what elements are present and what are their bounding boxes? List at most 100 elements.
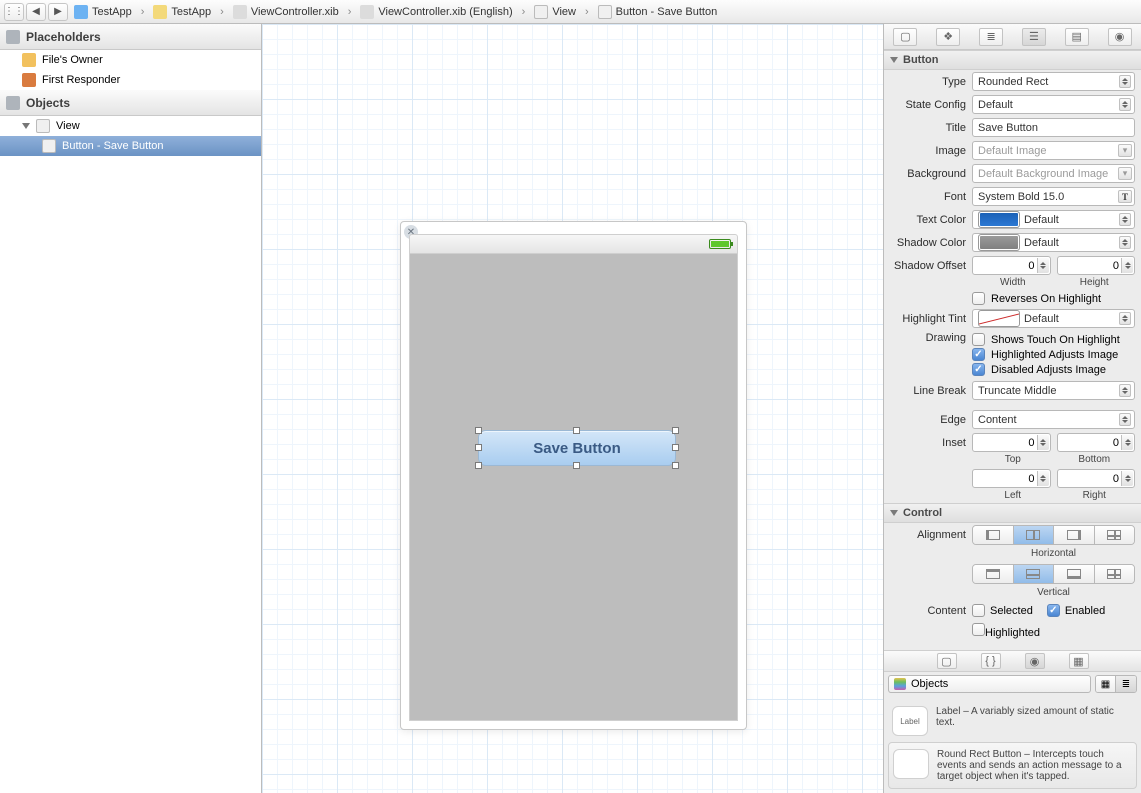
align-right-btn[interactable] (1054, 526, 1095, 544)
resize-handle[interactable] (672, 444, 679, 451)
background-field[interactable]: Default Background Image▾ (972, 164, 1135, 183)
shadowoffset-width-field[interactable]: 0 (972, 256, 1051, 275)
crumb-folder[interactable]: TestApp (149, 5, 215, 19)
code-snippet-tab[interactable]: { } (981, 653, 1001, 669)
crumb-sep-icon (138, 6, 148, 18)
interface-builder-canvas[interactable]: ✕ Save Button (262, 24, 883, 793)
control-group-header[interactable]: Control (884, 503, 1141, 523)
resize-handle[interactable] (475, 427, 482, 434)
crumb-xib-en[interactable]: ViewController.xib (English) (356, 5, 516, 19)
highlighted-adjusts-checkbox[interactable] (972, 348, 985, 361)
enabled-checkbox[interactable] (1047, 604, 1060, 617)
shadowcolor-combo[interactable]: Default (972, 233, 1135, 252)
view-row[interactable]: View (0, 116, 261, 136)
row-label: First Responder (42, 74, 120, 86)
stepper-icon[interactable] (1121, 258, 1133, 273)
library-item-label[interactable]: Label Label – A variably sized amount of… (888, 700, 1137, 742)
button-group-header[interactable]: Button (884, 50, 1141, 70)
v-alignment-seg[interactable] (972, 564, 1135, 584)
text-value: Save Button (978, 122, 1038, 134)
attributes-inspector-tab[interactable]: ☰ (1022, 28, 1046, 46)
inset-top-field[interactable]: 0 (972, 433, 1051, 452)
first-responder-row[interactable]: First Responder (0, 70, 261, 90)
connections-inspector-tab[interactable]: ◉ (1108, 28, 1132, 46)
inset-left-field[interactable]: 0 (972, 469, 1051, 488)
font-field[interactable]: System Bold 15.0 T (972, 187, 1135, 206)
edge-combo[interactable]: Content (972, 410, 1135, 429)
media-library-tab[interactable]: ▦ (1069, 653, 1089, 669)
highlight-tint-combo[interactable]: Default (972, 309, 1135, 328)
resize-handle[interactable] (475, 444, 482, 451)
resize-handle[interactable] (573, 427, 580, 434)
resize-handle[interactable] (672, 462, 679, 469)
button-row[interactable]: Button - Save Button (0, 136, 261, 156)
updown-icon (1119, 98, 1131, 111)
combo-value: Rounded Rect (978, 76, 1048, 88)
object-library-tab[interactable]: ◉ (1025, 653, 1045, 669)
align-fill-btn[interactable] (1095, 526, 1135, 544)
crumb-label: ViewController.xib (English) (378, 6, 512, 18)
resize-handle[interactable] (475, 462, 482, 469)
align-center-btn[interactable] (1014, 526, 1055, 544)
palette-icon (894, 678, 906, 690)
inspector-panel: ▢ ❖ ≣ ☰ ▤ ◉ Button Type Rounded Rect Sta… (883, 24, 1141, 793)
nav-forward-button[interactable]: ▶ (48, 3, 68, 21)
type-combo[interactable]: Rounded Rect (972, 72, 1135, 91)
dropdown-icon[interactable]: ▾ (1118, 167, 1132, 180)
stateconfig-combo[interactable]: Default (972, 95, 1135, 114)
title-field[interactable]: Save Button (972, 118, 1135, 137)
identity-inspector-tab[interactable]: ≣ (979, 28, 1003, 46)
reverses-highlight-checkbox[interactable] (972, 292, 985, 305)
device-frame[interactable]: ✕ Save Button (400, 221, 747, 730)
crumb-project[interactable]: TestApp (70, 5, 136, 19)
disabled-adjusts-checkbox[interactable] (972, 363, 985, 376)
num-value: 0 (1028, 260, 1034, 272)
library-filter-combo[interactable]: Objects (888, 675, 1091, 693)
inset-bottom-field[interactable]: 0 (1057, 433, 1136, 452)
text-value: System Bold 15.0 (978, 191, 1064, 203)
stepper-icon[interactable] (1037, 471, 1049, 486)
resize-handle[interactable] (672, 427, 679, 434)
crumb-sep-icon (519, 6, 529, 18)
files-owner-row[interactable]: File's Owner (0, 50, 261, 70)
file-inspector-tab[interactable]: ▢ (893, 28, 917, 46)
align-bottom-btn[interactable] (1054, 565, 1095, 583)
nav-back-button[interactable]: ◀ (26, 3, 46, 21)
stepper-icon[interactable] (1037, 435, 1049, 450)
stepper-icon[interactable] (1037, 258, 1049, 273)
size-inspector-tab[interactable]: ▤ (1065, 28, 1089, 46)
inset-right-field[interactable]: 0 (1057, 469, 1136, 488)
align-middle-btn[interactable] (1014, 565, 1055, 583)
selected-checkbox[interactable] (972, 604, 985, 617)
stepper-icon[interactable] (1121, 471, 1133, 486)
file-template-tab[interactable]: ▢ (937, 653, 957, 669)
disclosure-icon[interactable] (22, 123, 30, 129)
align-vfill-btn[interactable] (1095, 565, 1135, 583)
root-view[interactable]: Save Button (409, 254, 738, 721)
highlighted-checkbox[interactable] (972, 623, 985, 636)
crumb-view[interactable]: View (530, 5, 580, 19)
image-field[interactable]: Default Image▾ (972, 141, 1135, 160)
quick-help-tab[interactable]: ❖ (936, 28, 960, 46)
shows-touch-checkbox[interactable] (972, 333, 985, 346)
font-picker-icon[interactable]: T (1118, 190, 1132, 203)
grid-view-btn[interactable]: ▦ (1096, 676, 1116, 692)
shadowoffset-height-field[interactable]: 0 (1057, 256, 1136, 275)
list-view-btn[interactable]: ≣ (1116, 676, 1136, 692)
linebreak-combo[interactable]: Truncate Middle (972, 381, 1135, 400)
resize-handle[interactable] (573, 462, 580, 469)
stepper-icon[interactable] (1121, 435, 1133, 450)
h-alignment-seg[interactable] (972, 525, 1135, 545)
library-view-mode[interactable]: ▦≣ (1095, 675, 1137, 693)
library-item-round-rect-button[interactable]: Round Rect Button – Intercepts touch eve… (888, 742, 1137, 789)
textcolor-combo[interactable]: Default (972, 210, 1135, 229)
align-left-btn[interactable] (973, 526, 1014, 544)
save-button-widget[interactable]: Save Button (478, 430, 676, 466)
combo-value: Truncate Middle (978, 385, 1056, 397)
related-items-button[interactable]: ⋮⋮ (4, 3, 24, 21)
crumb-xib[interactable]: ViewController.xib (229, 5, 343, 19)
crumb-button[interactable]: Button - Save Button (594, 5, 722, 19)
dropdown-icon[interactable]: ▾ (1118, 144, 1132, 157)
align-top-btn[interactable] (973, 565, 1014, 583)
sub-label: Left (972, 490, 1054, 501)
